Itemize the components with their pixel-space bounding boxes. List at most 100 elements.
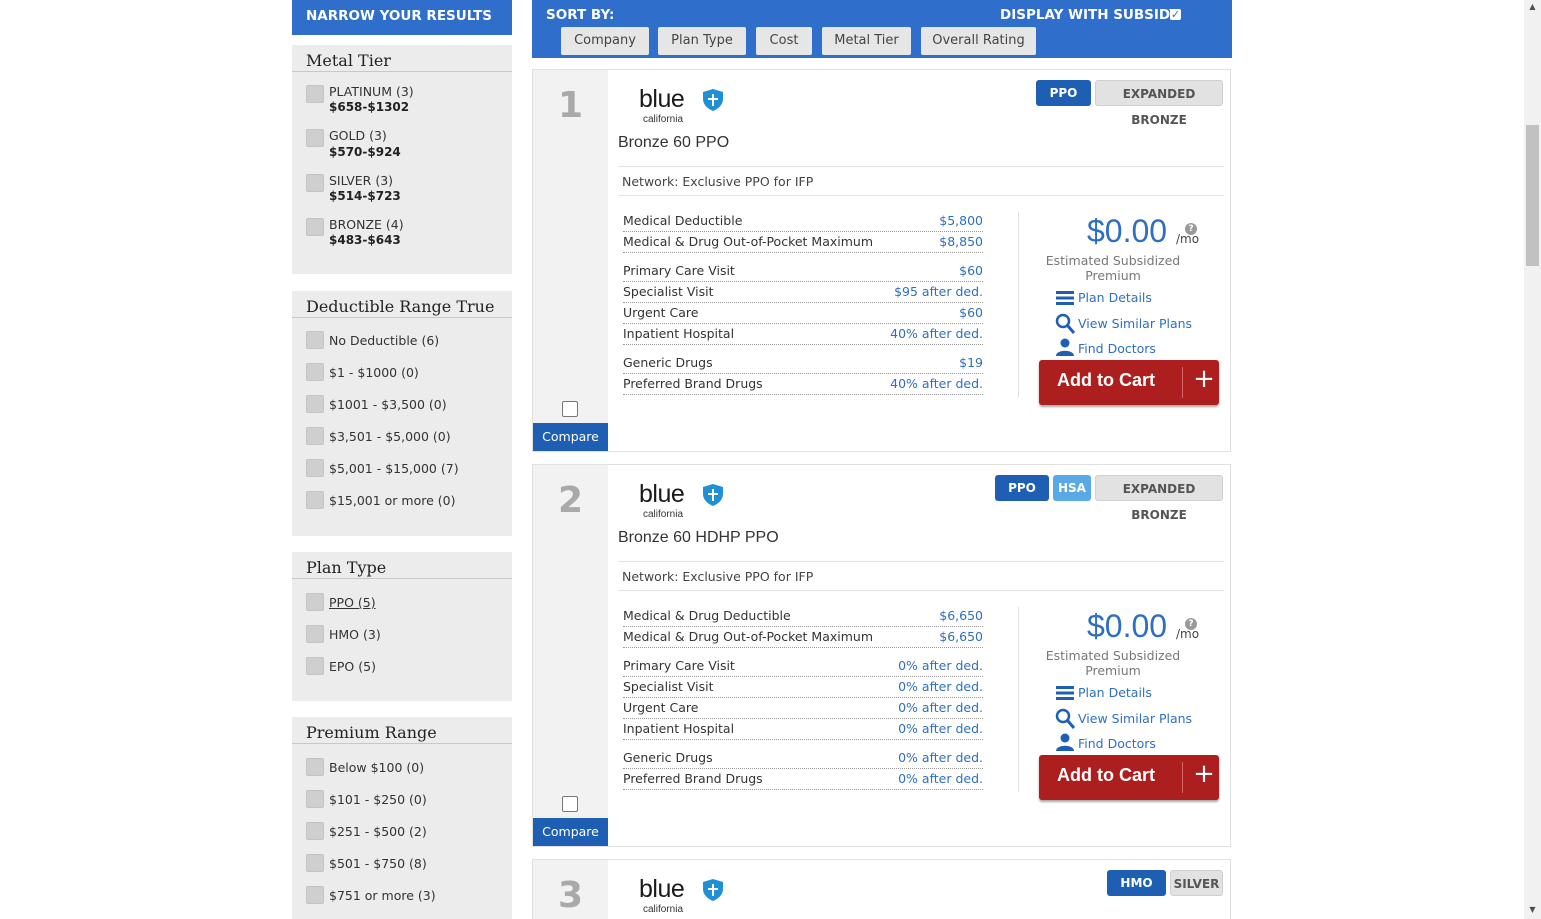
benefit-row: Specialist Visit 0% after ded.: [623, 676, 983, 698]
sort-bar: SORT BY: DISPLAY WITH SUBSIDY ✓ Company …: [532, 0, 1232, 58]
rank-column: 2 Compare: [533, 465, 608, 846]
sort-plan-type-button[interactable]: Plan Type: [658, 27, 746, 55]
benefit-row: Medical & Drug Out-of-Pocket Maximum $8,8…: [623, 231, 983, 253]
sort-overall-rating-button[interactable]: Overall Rating: [921, 27, 1036, 55]
ppo-badge: PPO: [1036, 80, 1091, 106]
divider: [1018, 212, 1019, 397]
premium-option: $101 - $250 (0): [329, 792, 427, 807]
company-logo: blue california: [631, 480, 731, 522]
plus-icon: +: [1193, 759, 1215, 789]
plan-name: Bronze 60 PPO: [618, 134, 730, 151]
plan-type-checkbox[interactable]: [306, 625, 324, 643]
deductible-checkbox[interactable]: [306, 331, 324, 349]
premium-title: Premium Range: [306, 723, 437, 742]
plan-name: Bronze 60 HDHP PPO: [618, 529, 779, 546]
divider: [1018, 607, 1019, 792]
benefit-row: Primary Care Visit 0% after ded.: [623, 655, 983, 677]
find-doctors-link[interactable]: Find Doctors: [1078, 341, 1156, 356]
metal-tier-badge: SILVER: [1170, 870, 1223, 896]
premium-filter: Premium Range Below $100 (0) $101 - $250…: [292, 717, 512, 919]
premium-price: $0.00: [1087, 608, 1168, 644]
scrollbar[interactable]: ▲ ▼: [1524, 0, 1541, 919]
compare-checkbox[interactable]: [562, 796, 578, 812]
plan-type-filter: Plan Type PPO (5) HMO (3) EPO (5): [292, 552, 512, 701]
benefit-row: Preferred Brand Drugs 40% after ded.: [623, 373, 983, 395]
subsidy-checkbox[interactable]: ✓: [1170, 9, 1181, 20]
find-doctors-link[interactable]: Find Doctors: [1078, 736, 1156, 751]
deductible-checkbox[interactable]: [306, 459, 324, 477]
list-icon: [1056, 686, 1074, 700]
divider: [618, 166, 1224, 167]
add-to-cart-button[interactable]: Add to Cart +: [1039, 755, 1219, 800]
sort-metal-tier-button[interactable]: Metal Tier: [822, 27, 911, 55]
benefit-row: Generic Drugs $19: [623, 352, 983, 374]
search-icon: [1055, 313, 1075, 334]
sort-company-button[interactable]: Company: [561, 27, 649, 55]
platinum-checkbox[interactable]: [306, 85, 324, 103]
help-icon[interactable]: ?: [1185, 618, 1197, 630]
plan-type-option: EPO (5): [329, 659, 376, 674]
network-name: Network: Exclusive PPO for IFP: [622, 174, 814, 189]
hsa-badge: HSA: [1053, 475, 1091, 501]
divider: [618, 195, 1224, 196]
hmo-badge: HMO: [1107, 870, 1166, 896]
company-logo: blue california: [631, 875, 731, 917]
scroll-up-icon[interactable]: ▲: [1524, 0, 1541, 14]
benefit-row: Specialist Visit $95 after ded.: [623, 281, 983, 303]
premium-checkbox[interactable]: [306, 886, 324, 904]
plan-details-link[interactable]: Plan Details: [1078, 685, 1152, 700]
divider: [292, 317, 512, 318]
compare-checkbox[interactable]: [562, 401, 578, 417]
plan-type-title: Plan Type: [306, 558, 387, 577]
deductible-filter: Deductible Range True No Deductible (6) …: [292, 291, 512, 536]
deductible-checkbox[interactable]: [306, 395, 324, 413]
bronze-label: BRONZE (4): [329, 217, 404, 232]
premium-checkbox[interactable]: [306, 822, 324, 840]
premium-checkbox[interactable]: [306, 758, 324, 776]
bronze-checkbox[interactable]: [306, 218, 324, 236]
add-to-cart-button[interactable]: Add to Cart +: [1039, 360, 1219, 405]
network-name: Network: Exclusive PPO for IFP: [622, 569, 814, 584]
deductible-checkbox[interactable]: [306, 363, 324, 381]
divider: [292, 578, 512, 579]
ppo-badge: PPO: [995, 475, 1049, 501]
deductible-option: $1 - $1000 (0): [329, 365, 419, 380]
plan-card: 3 blue california HMO SILVER: [532, 859, 1231, 919]
plus-icon: +: [1193, 364, 1215, 394]
premium-option: Below $100 (0): [329, 760, 425, 775]
bronze-range: $483-$643: [329, 233, 401, 247]
plan-details-link[interactable]: Plan Details: [1078, 290, 1152, 305]
divider: [292, 71, 512, 72]
gold-checkbox[interactable]: [306, 129, 324, 147]
deductible-title: Deductible Range True: [306, 297, 495, 316]
plan-type-checkbox[interactable]: [306, 657, 324, 675]
benefit-row: Medical Deductible $5,800: [623, 210, 983, 232]
scroll-down-icon[interactable]: ▼: [1524, 903, 1541, 917]
price-caption: Estimated Subsidized Premium: [1045, 253, 1181, 283]
scrollbar-thumb[interactable]: [1526, 125, 1539, 266]
search-icon: [1055, 708, 1075, 729]
compare-button[interactable]: Compare: [533, 818, 608, 846]
company-logo: blue california: [631, 85, 731, 127]
plan-rank: 3: [557, 875, 584, 916]
narrow-results-header: NARROW YOUR RESULTS: [292, 0, 512, 35]
plan-type-ppo-link[interactable]: PPO (5): [329, 595, 376, 610]
deductible-checkbox[interactable]: [306, 491, 324, 509]
help-icon[interactable]: ?: [1185, 223, 1197, 235]
benefit-row: Urgent Care 0% after ded.: [623, 697, 983, 719]
gold-label: GOLD (3): [329, 128, 387, 143]
silver-checkbox[interactable]: [306, 174, 324, 192]
plan-type-checkbox[interactable]: [306, 593, 324, 611]
premium-checkbox[interactable]: [306, 854, 324, 872]
plan-type-option: HMO (3): [329, 627, 381, 642]
compare-button[interactable]: Compare: [533, 423, 608, 451]
rank-column: 1 Compare: [533, 70, 608, 451]
deductible-option: $1001 - $3,500 (0): [329, 397, 447, 412]
deductible-checkbox[interactable]: [306, 427, 324, 445]
shield-icon: [703, 484, 723, 506]
view-similar-link[interactable]: View Similar Plans: [1078, 711, 1192, 726]
sort-cost-button[interactable]: Cost: [756, 27, 812, 55]
view-similar-link[interactable]: View Similar Plans: [1078, 316, 1192, 331]
premium-checkbox[interactable]: [306, 790, 324, 808]
rank-column: 3: [533, 860, 608, 919]
